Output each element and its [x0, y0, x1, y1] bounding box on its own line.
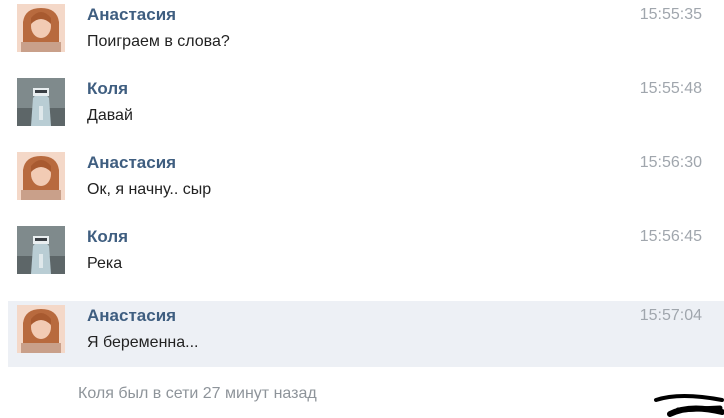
message-text: Ок, я начну.. сыр: [87, 181, 212, 198]
message-time[interactable]: 15:55:48: [640, 80, 702, 98]
message-row[interactable]: Коля Река 15:56:45: [8, 222, 724, 288]
redaction-scribble: [654, 394, 724, 417]
message-time[interactable]: 15:57:04: [640, 307, 702, 325]
message-text: Я беременна...: [87, 334, 199, 351]
message-time[interactable]: 15:56:45: [640, 228, 702, 246]
sender-name[interactable]: Коля: [87, 79, 128, 99]
avatar-kolya[interactable]: [17, 226, 65, 274]
message-row-highlighted[interactable]: Анастасия Я беременна... 15:57:04: [8, 301, 724, 367]
sender-name[interactable]: Коля: [87, 227, 128, 247]
message-text: Давай: [87, 107, 133, 124]
message-row[interactable]: Коля Давай 15:55:48: [8, 74, 724, 140]
avatar-anastasia[interactable]: [17, 305, 65, 353]
avatar-anastasia[interactable]: [17, 152, 65, 200]
message-row[interactable]: Анастасия Поиграем в слова? 15:55:35: [8, 0, 724, 66]
avatar-kolya[interactable]: [17, 78, 65, 126]
sender-name[interactable]: Анастасия: [87, 5, 176, 25]
last-seen-status: Коля был в сети 27 минут назад: [78, 385, 317, 402]
chat-history: Анастасия Поиграем в слова? 15:55:35 Кол…: [0, 0, 724, 418]
message-text: Река: [87, 255, 123, 272]
avatar-anastasia[interactable]: [17, 4, 65, 52]
message-row[interactable]: Анастасия Ок, я начну.. сыр 15:56:30: [8, 148, 724, 214]
message-time[interactable]: 15:56:30: [640, 154, 702, 172]
message-text: Поиграем в слова?: [87, 33, 230, 50]
message-time[interactable]: 15:55:35: [640, 6, 702, 24]
sender-name[interactable]: Анастасия: [87, 153, 176, 173]
sender-name[interactable]: Анастасия: [87, 306, 176, 326]
